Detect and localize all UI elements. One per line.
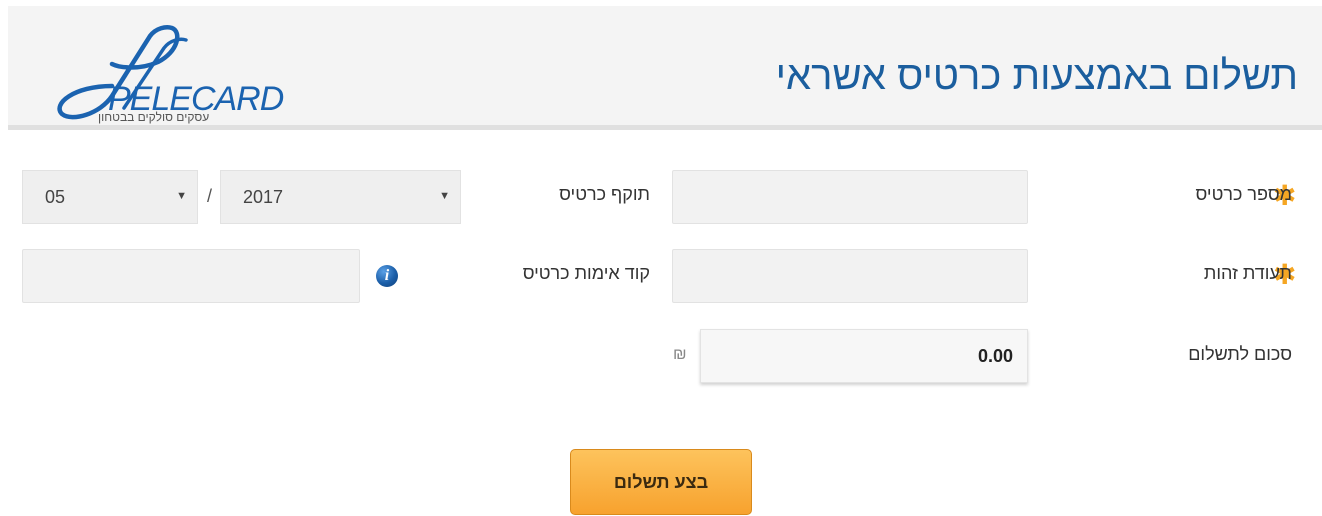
chevron-down-icon: ▼ [176,190,187,202]
expiry-year-select[interactable]: 2017 ▼ [220,170,461,224]
page-header: PELECARD עסקים סולקים בבטחון תשלום באמצע… [8,6,1322,130]
payment-page: PELECARD עסקים סולקים בבטחון תשלום באמצע… [0,0,1322,516]
chevron-down-icon: ▼ [439,190,450,202]
cvv-input[interactable] [22,249,360,303]
expiry-label: תוקף כרטיס [559,184,650,204]
expiry-month-select[interactable]: 05 ▼ [22,170,198,224]
expiry-month-value: 05 [45,187,66,207]
card-number-input[interactable] [672,170,1028,224]
amount-field: 0.00 [700,329,1028,383]
logo-tagline: עסקים סולקים בבטחון [98,110,210,124]
amount-label: סכום לתשלום [1188,344,1292,364]
info-icon[interactable]: i [376,265,398,287]
expiry-separator: / [207,186,213,206]
cvv-label: קוד אימות כרטיס [522,263,650,283]
currency-shekel-icon: ₪ [673,346,687,363]
card-number-label: מספר כרטיס [1195,184,1292,204]
id-number-label: תעודת זהות [1203,263,1292,283]
pay-button[interactable]: בצע תשלום [570,449,752,515]
id-number-input[interactable] [672,249,1028,303]
expiry-year-value: 2017 [243,187,284,207]
page-title: תשלום באמצעות כרטיס אשראי [775,54,1298,98]
